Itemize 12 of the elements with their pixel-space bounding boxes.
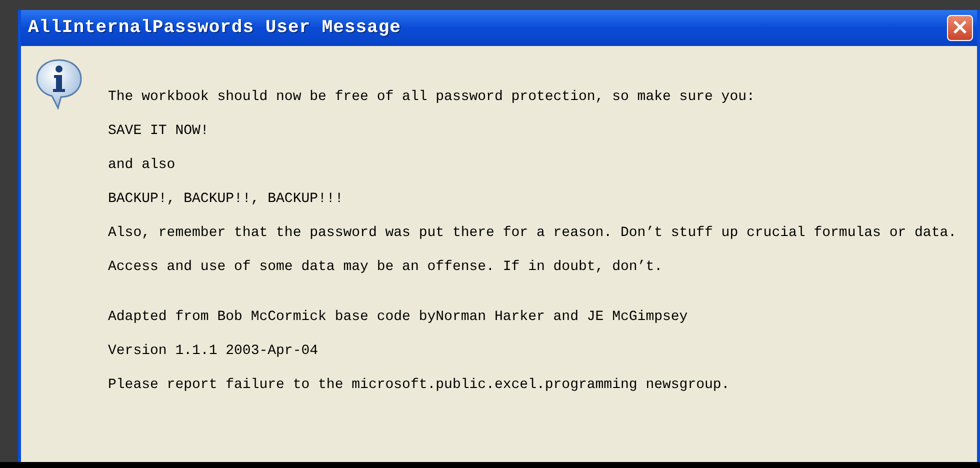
message-line: Access and use of some data may be an offense. If in doubt, don’t. xyxy=(108,258,664,276)
close-button[interactable]: × xyxy=(947,15,973,41)
message-line: BACKUP!, BACKUP!!, BACKUP!!! xyxy=(108,190,344,208)
message-line: SAVE IT NOW! xyxy=(108,122,210,140)
info-icon xyxy=(35,58,83,110)
message-line: Also, remember that the password was put there for a reason. Don’t stuff up crucial formulas or data. xyxy=(108,224,957,242)
info-line: Adapted from Bob McCormick base code byNorman Harker and JE McGimpsey xyxy=(108,308,689,326)
message-line: and also xyxy=(108,156,176,174)
message-line: The workbook should now be free of all password protection, so make sure you: xyxy=(108,88,756,106)
info-line: Version 1.1.1 2003-Apr-04 xyxy=(108,342,320,360)
info-line: Please report failure to the microsoft.public.excel.programming newsgroup. xyxy=(108,376,731,394)
window-title: AllInternalPasswords User Message xyxy=(28,18,401,38)
